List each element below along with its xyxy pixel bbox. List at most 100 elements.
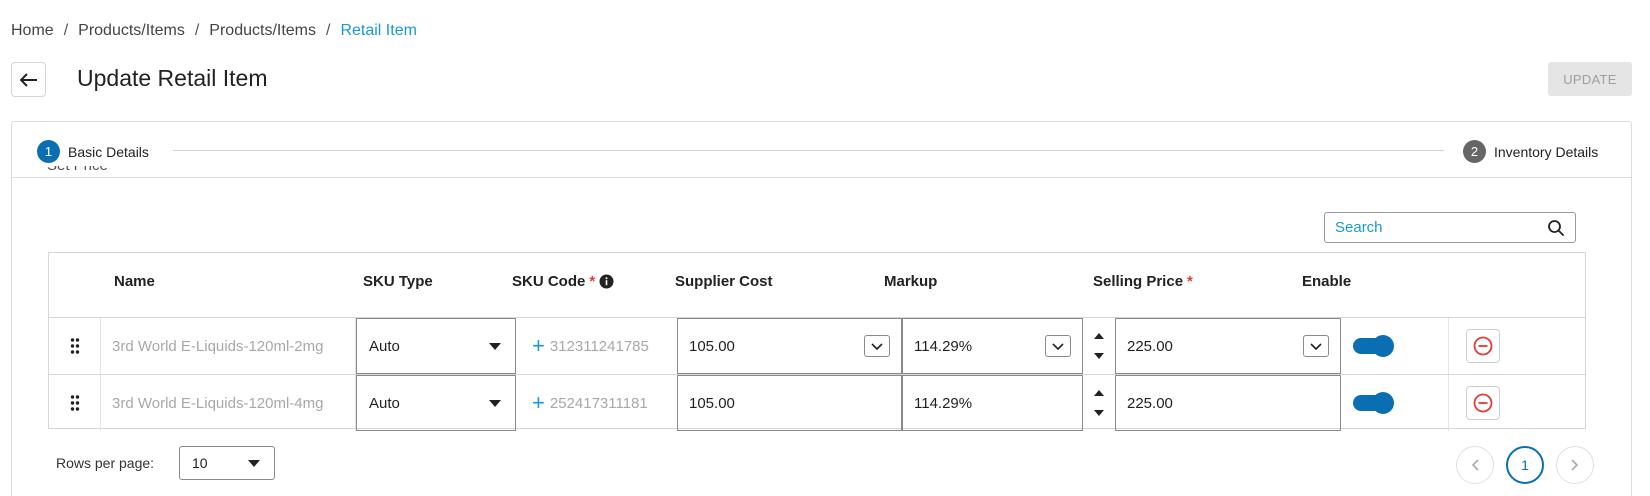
markup-stepper [1083,318,1115,374]
supplier-cost-dropdown-button[interactable] [864,335,890,357]
sku-type-value: Auto [369,337,400,355]
markup-input[interactable]: 114.29% [902,318,1083,374]
selling-price-value: 225.00 [1127,394,1173,412]
enable-cell [1341,318,1449,374]
arrow-left-icon [19,72,37,87]
breadcrumb: Home / Products/Items / Products/Items /… [11,22,417,40]
chevron-left-icon [1471,459,1479,471]
required-marker: * [589,273,596,290]
rows-per-page-value: 10 [192,455,208,471]
remove-cell [1449,318,1587,374]
supplier-cost-input[interactable]: 105.00 [677,318,902,374]
minus-circle-icon [1473,336,1493,356]
column-header-label: Enable [1302,273,1352,290]
sku-code-cell: + 312311241785 [516,318,677,374]
column-header-enable: Enable [1302,273,1351,290]
caret-down-icon[interactable] [1094,353,1104,360]
sku-type-select[interactable]: Auto [356,375,516,431]
column-header-label: SKU Code [512,273,586,290]
markup-stepper [1083,375,1115,431]
enable-toggle[interactable] [1353,335,1394,357]
selling-price-input[interactable]: 225.00 [1115,375,1341,431]
caret-down-icon [489,342,501,350]
toggle-knob [1372,335,1394,357]
sku-code-value: 312311241785 [549,337,649,355]
info-icon[interactable] [599,274,614,289]
breadcrumb-products-items[interactable]: Products/Items [78,22,185,40]
page-title: Update Retail Item [77,65,268,91]
markup-value: 114.29% [914,337,973,355]
markup-input[interactable]: 114.29% [902,375,1083,431]
caret-down-icon [489,399,501,407]
column-header-sku-type: SKU Type [363,273,433,290]
column-header-label: SKU Type [363,273,433,290]
form-card: 1 Basic Details 2 Inventory Details Set … [11,121,1632,496]
caret-down-icon[interactable] [1094,410,1104,417]
back-button[interactable] [11,62,46,97]
column-header-supplier-cost: Supplier Cost [675,273,773,290]
sku-type-select[interactable]: Auto [356,318,516,374]
sku-code-value: 252417311181 [549,394,648,412]
selling-price-dropdown-button[interactable] [1303,335,1329,357]
sku-type-value: Auto [369,394,400,412]
remove-cell [1449,375,1587,431]
search-input[interactable] [1335,219,1547,236]
step-inventory-details[interactable]: 2 Inventory Details [1463,140,1598,163]
enable-cell [1341,375,1449,431]
remove-row-button[interactable] [1466,329,1500,363]
column-header-label: Selling Price [1093,273,1184,290]
toggle-knob [1372,392,1394,414]
caret-up-icon[interactable] [1094,389,1104,396]
column-header-label: Name [114,273,155,290]
item-name: 3rd World E-Liquids-120ml-2mg [101,318,356,374]
drag-handle[interactable] [49,318,101,374]
enable-toggle[interactable] [1353,392,1394,414]
rows-per-page-label: Rows per page: [56,455,155,471]
markup-value: 114.29% [914,394,973,412]
drag-handle-icon [70,395,79,411]
prev-page-button[interactable] [1456,446,1494,484]
price-table: Name SKU Type SKU Code * Supplier Cost M… [48,252,1587,431]
rows-per-page-select[interactable]: 10 [179,446,275,480]
next-page-button[interactable] [1556,446,1594,484]
remove-row-button[interactable] [1466,386,1500,420]
chevron-down-icon [1310,342,1322,350]
drag-handle[interactable] [49,375,101,431]
search-box [1324,212,1576,243]
step-basic-details[interactable]: 1 Basic Details [37,140,149,163]
plus-icon[interactable]: + [532,335,545,357]
caret-down-icon [248,459,260,467]
breadcrumb-separator: / [326,22,331,39]
column-header-markup: Markup [884,273,937,290]
search-icon[interactable] [1547,219,1565,237]
caret-up-icon[interactable] [1094,332,1104,339]
drag-handle-icon [70,338,79,354]
chevron-down-icon [871,342,883,350]
chevron-down-icon [1052,342,1064,350]
section-title-partial: Set Price [47,166,108,178]
breadcrumb-products-items-2[interactable]: Products/Items [209,22,316,40]
column-header-label: Markup [884,273,938,290]
supplier-cost-value: 105.00 [689,394,735,412]
chevron-right-icon [1571,459,1579,471]
stepper: 1 Basic Details 2 Inventory Details [12,122,1631,178]
column-header-label: Supplier Cost [675,273,773,290]
step-label: Inventory Details [1494,143,1599,160]
required-marker: * [1187,273,1193,290]
update-button[interactable]: UPDATE [1548,62,1632,96]
page-button-current[interactable]: 1 [1506,446,1544,484]
step-number: 2 [1463,140,1486,163]
step-number: 1 [37,140,60,163]
supplier-cost-input[interactable]: 105.00 [677,375,902,431]
selling-price-value: 225.00 [1127,337,1173,355]
breadcrumb-current: Retail Item [340,22,417,39]
breadcrumb-home[interactable]: Home [11,22,54,40]
step-connector [173,150,1444,151]
selling-price-input[interactable]: 225.00 [1115,318,1341,374]
plus-icon[interactable]: + [532,392,545,414]
breadcrumb-separator: / [194,22,200,39]
sku-code-cell: + 252417311181 [516,375,677,431]
breadcrumb-separator: / [63,22,69,39]
markup-dropdown-button[interactable] [1045,335,1071,357]
column-header-selling-price: Selling Price * [1093,273,1193,290]
